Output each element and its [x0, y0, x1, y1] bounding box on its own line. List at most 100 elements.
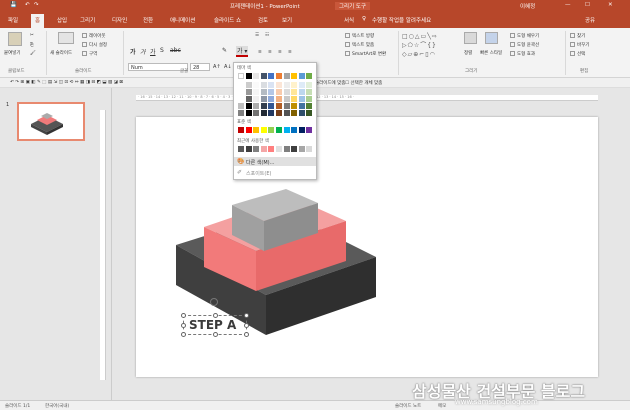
standard-color-swatch[interactable] [268, 127, 275, 133]
theme-color-swatch[interactable] [260, 96, 267, 102]
qat-icons[interactable]: ↶ ↷ ⊞ ▣ ◧ ✎ ⬚ ▤ ⇲ ◫ ⊡ ⟲ ⇔ ▦ ◨ ⊟ ◩ ⬓ ▧ ◪ … [10, 80, 123, 85]
quick-styles-button[interactable]: 빠른 스타일 [480, 50, 502, 56]
redo-icon[interactable]: ↷ [34, 2, 39, 8]
more-colors-item[interactable]: 🎨 다른 색(M)... [234, 157, 316, 166]
new-slide-button[interactable]: 새 슬라이드 [50, 50, 72, 56]
arrange-icon[interactable] [464, 32, 477, 44]
tab-view[interactable]: 보기 [282, 16, 292, 24]
slide-thumbnail[interactable] [17, 102, 85, 141]
theme-color-swatch[interactable] [291, 103, 298, 109]
theme-color-swatch[interactable] [283, 110, 290, 116]
language-indicator[interactable]: 한국어(국내) [45, 403, 69, 409]
notes-button[interactable]: 슬라이드 노트 [395, 403, 421, 409]
select-button[interactable]: 선택 [570, 51, 585, 57]
theme-color-swatch[interactable] [253, 82, 260, 88]
theme-color-swatch[interactable] [276, 103, 282, 109]
undo-icon[interactable]: ↶ [25, 2, 30, 8]
tab-home[interactable]: 홈 [31, 14, 45, 28]
standard-color-swatch[interactable] [306, 127, 313, 133]
arrange-button[interactable]: 정렬 [464, 50, 472, 56]
quick-styles-icon[interactable] [485, 32, 498, 44]
justify-icon[interactable]: ≡ [288, 50, 292, 55]
standard-color-swatch[interactable] [253, 127, 260, 133]
grow-font-icon[interactable]: A↑ [213, 64, 221, 70]
recent-color-swatch[interactable] [306, 146, 313, 152]
standard-color-swatch[interactable] [276, 127, 282, 133]
rotate-handle-icon[interactable] [210, 298, 218, 306]
copy-icon[interactable]: ⎘ [30, 42, 34, 48]
bold-button[interactable]: 가 [130, 47, 136, 56]
tab-slideshow[interactable]: 슬라이드 쇼 [214, 16, 241, 24]
theme-color-swatch[interactable] [306, 89, 313, 95]
theme-color-swatch[interactable] [298, 89, 305, 95]
reset-button[interactable]: 다시 설정 [82, 42, 107, 48]
theme-color-swatch[interactable] [298, 82, 305, 88]
numbering-icon[interactable]: ☷ [265, 33, 269, 38]
theme-color-swatch[interactable] [245, 110, 252, 116]
underline-button[interactable]: 가 [150, 47, 156, 56]
resize-handle-tl[interactable] [181, 313, 186, 318]
theme-color-swatch[interactable] [306, 96, 313, 102]
strikethrough-button[interactable]: abc [170, 47, 181, 54]
theme-color-swatch[interactable] [298, 110, 305, 116]
standard-color-swatch[interactable] [260, 127, 267, 133]
text-direction-button[interactable]: 텍스트 방향 [345, 33, 374, 39]
theme-color-swatch[interactable] [268, 110, 275, 116]
save-icon[interactable]: 💾 [10, 2, 17, 8]
highlight-icon[interactable]: ✎ [222, 47, 227, 54]
tab-design[interactable]: 디자인 [112, 16, 127, 24]
theme-color-swatch[interactable] [306, 103, 313, 109]
theme-color-swatch[interactable] [306, 73, 313, 79]
format-painter-icon[interactable]: 🖌 [30, 51, 36, 56]
recent-color-swatch[interactable] [291, 146, 298, 152]
theme-color-swatch[interactable] [238, 103, 244, 109]
font-color-button[interactable]: 가 ▾ [236, 46, 249, 57]
bullets-icon[interactable]: ☰ [255, 33, 259, 38]
standard-color-swatch[interactable] [298, 127, 305, 133]
recent-color-swatch[interactable] [253, 146, 260, 152]
theme-color-swatch[interactable] [283, 103, 290, 109]
theme-color-swatch[interactable] [298, 73, 305, 79]
theme-color-swatch[interactable] [238, 110, 244, 116]
align-left-icon[interactable]: ≡ [258, 50, 262, 55]
smartart-button[interactable]: SmartArt로 변환 [345, 51, 386, 57]
theme-color-swatch[interactable] [253, 103, 260, 109]
recent-color-swatch[interactable] [260, 146, 267, 152]
paste-button[interactable]: 붙여넣기 [4, 50, 21, 56]
theme-color-swatch[interactable] [260, 89, 267, 95]
layout-button[interactable]: 레이아웃 [82, 33, 106, 39]
slide-canvas[interactable]: STEP A [136, 117, 598, 377]
recent-color-swatch[interactable] [268, 146, 275, 152]
resize-handle-br[interactable] [244, 332, 249, 337]
theme-color-swatch[interactable] [268, 103, 275, 109]
theme-color-swatch[interactable] [306, 110, 313, 116]
theme-color-swatch[interactable] [283, 82, 290, 88]
shapes-gallery[interactable]: □○△▭╲⇨ ▷⬠☆⌒{} ◇▱⊕⌐▯◠ [402, 32, 460, 64]
fit-slide-button[interactable]: 슬라이드에 맞춤 [315, 80, 345, 86]
recent-color-swatch[interactable] [298, 146, 305, 152]
minimize-icon[interactable]: — [565, 2, 571, 8]
tab-review[interactable]: 검토 [258, 16, 268, 24]
theme-color-swatch[interactable] [268, 73, 275, 79]
theme-color-swatch[interactable] [253, 110, 260, 116]
theme-color-swatch[interactable] [238, 89, 244, 95]
step-a-text[interactable]: STEP A [189, 318, 236, 332]
recent-color-swatch[interactable] [238, 146, 244, 152]
theme-color-swatch[interactable] [298, 96, 305, 102]
theme-color-swatch[interactable] [268, 82, 275, 88]
theme-color-swatch[interactable] [276, 82, 282, 88]
replace-button[interactable]: 바꾸기 [570, 42, 589, 48]
standard-color-swatch[interactable] [238, 127, 244, 133]
shrink-font-icon[interactable]: A↓ [224, 64, 232, 70]
resize-handle-bl[interactable] [181, 332, 186, 337]
close-icon[interactable]: ✕ [608, 2, 613, 8]
align-center-icon[interactable]: ≡ [268, 50, 272, 55]
resize-handle-mr[interactable] [244, 323, 249, 328]
resize-handle-tr[interactable] [244, 313, 249, 318]
theme-color-swatch[interactable] [245, 89, 252, 95]
align-text-button[interactable]: 텍스트 맞춤 [345, 42, 374, 48]
theme-color-swatch[interactable] [238, 82, 244, 88]
tab-insert[interactable]: 삽입 [57, 16, 67, 24]
theme-color-swatch[interactable] [276, 110, 282, 116]
recent-color-swatch[interactable] [276, 146, 282, 152]
